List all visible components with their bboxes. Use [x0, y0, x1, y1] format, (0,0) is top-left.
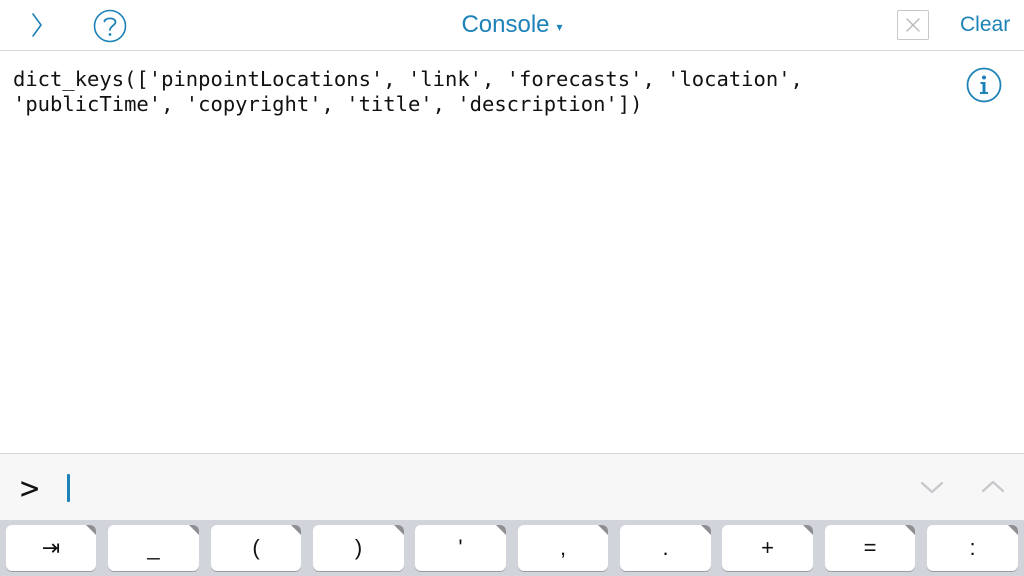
underscore-key-label: _ [147, 535, 160, 560]
open-paren-key-label: ( [252, 535, 260, 560]
plus-key[interactable]: + [722, 525, 813, 571]
console-screen: Console ▾ Clear dict_keys(['pinpointLoca… [0, 0, 1024, 576]
info-button[interactable] [966, 67, 1002, 103]
help-button[interactable] [93, 9, 127, 43]
tab-key-label: ⇥ [41, 535, 61, 560]
history-up-button[interactable] [979, 474, 1007, 498]
chevron-right-icon [32, 13, 42, 37]
extra-key-row: ⇥ _ ( ) ' , . + = : [0, 520, 1024, 576]
plus-key-label: + [761, 535, 774, 560]
text-caret [67, 474, 70, 502]
comma-key-label: , [559, 535, 567, 560]
output-line: dict_keys(['pinpointLocations', 'link', … [13, 67, 803, 91]
chevron-up-icon [981, 480, 1005, 493]
title-container: Console ▾ [0, 0, 1024, 50]
prompt-symbol: > [20, 469, 40, 507]
caret-down-icon: ▾ [556, 19, 563, 34]
open-paren-key[interactable]: ( [211, 525, 301, 571]
close-paren-key[interactable]: ) [313, 525, 404, 571]
close-paren-key-label: ) [354, 535, 363, 560]
period-key-label: . [662, 535, 669, 560]
period-key[interactable]: . [620, 525, 711, 571]
tab-key[interactable]: ⇥ [6, 525, 96, 571]
console-output: dict_keys(['pinpointLocations', 'link', … [13, 67, 913, 117]
equals-key[interactable]: = [825, 525, 915, 571]
equals-key-label: = [863, 535, 877, 560]
info-circle-icon [966, 67, 1002, 103]
chevron-down-icon [920, 481, 944, 494]
quote-key[interactable]: ' [415, 525, 506, 571]
output-line: 'publicTime', 'copyright', 'title', 'des… [13, 92, 643, 116]
close-icon [906, 18, 920, 32]
console-title-button[interactable]: Console ▾ [461, 11, 562, 39]
top-bar: Console ▾ Clear [0, 0, 1024, 51]
history-down-button[interactable] [918, 475, 946, 499]
back-button[interactable] [24, 8, 50, 42]
console-input[interactable] [62, 468, 886, 510]
clear-button[interactable]: Clear [960, 13, 1010, 37]
colon-key[interactable]: : [927, 525, 1018, 571]
prompt-bar: > [0, 453, 1024, 521]
comma-key[interactable]: , [518, 525, 608, 571]
close-button[interactable] [897, 10, 929, 40]
page-title: Console [461, 11, 550, 38]
colon-key-label: : [969, 535, 976, 560]
underscore-key[interactable]: _ [108, 525, 199, 571]
quote-key-label: ' [458, 535, 463, 560]
question-circle-icon [93, 9, 127, 43]
